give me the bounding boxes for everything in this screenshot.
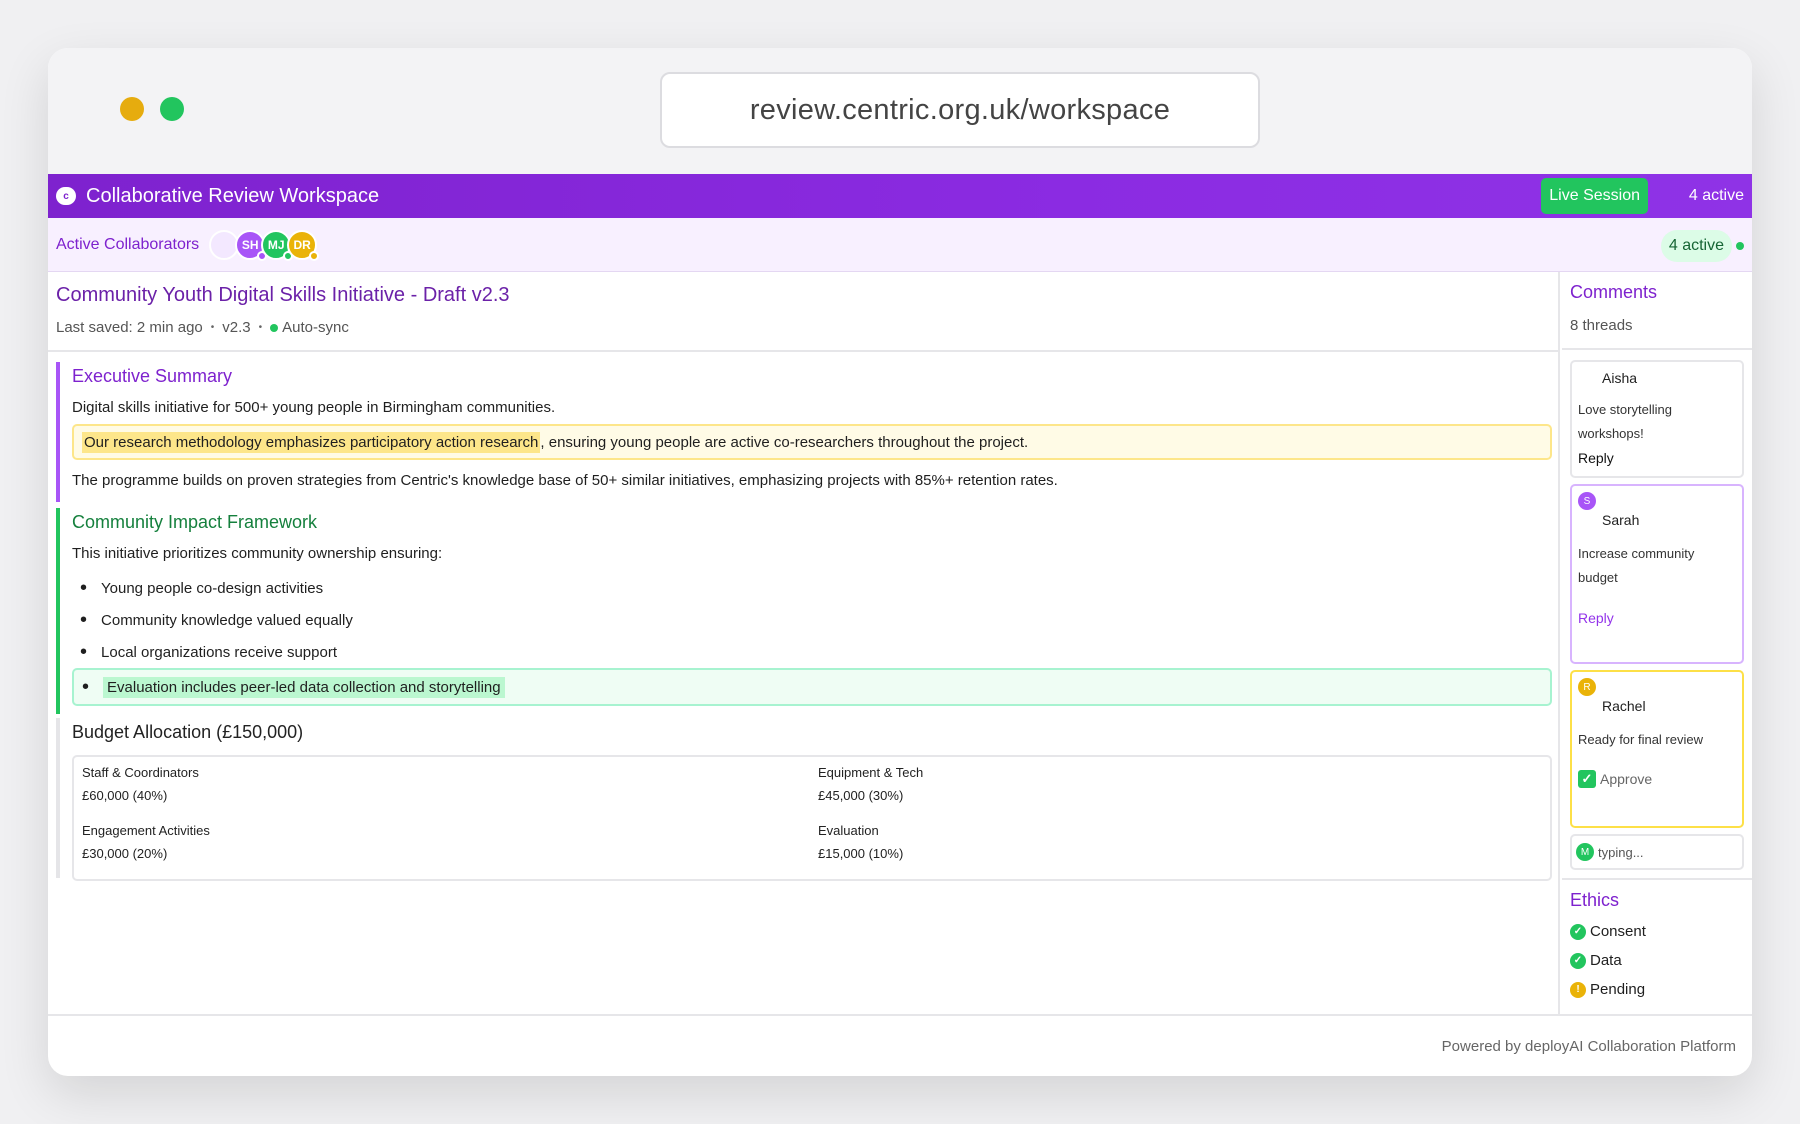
comment-author: Aisha: [1602, 370, 1638, 386]
reply-button[interactable]: Reply: [1578, 450, 1736, 466]
sync-status: Auto-sync: [282, 319, 349, 336]
budget-item: Evaluation £15,000 (10%): [818, 823, 1554, 881]
comment-card[interactable]: R Rachel Ready for final review ✓ Approv…: [1570, 670, 1744, 828]
browser-chrome: review.centric.org.uk/workspace: [48, 48, 1752, 174]
check-icon: ✓: [1570, 952, 1586, 969]
list-item: Local organizations receive support: [72, 636, 1552, 668]
active-status-pill: 4 active: [1660, 230, 1732, 262]
live-session-badge: Live Session: [1541, 178, 1648, 214]
list-item: Young people co-design activities: [72, 572, 1552, 604]
ethics-item[interactable]: ✓ Consent: [1570, 923, 1744, 940]
typing-indicator: M typing...: [1570, 834, 1744, 870]
list-item: Community knowledge valued equally: [72, 604, 1552, 636]
ethics-title: Ethics: [1570, 890, 1620, 910]
budget-label: Equipment & Tech: [818, 765, 924, 780]
document-header: Community Youth Digital Skills Initiativ…: [48, 272, 1558, 352]
section-heading: Community Impact Framework: [72, 512, 318, 532]
thread-count: 8 threads: [1570, 317, 1633, 334]
comment-author: Rachel: [1602, 698, 1646, 714]
budget-value: £60,000 (40%): [82, 788, 168, 803]
comment-text: Love storytelling workshops!: [1578, 402, 1672, 441]
reply-button[interactable]: Reply: [1578, 610, 1736, 626]
comments-sidebar: Comments 8 threads Aisha Love storytelli…: [1562, 272, 1752, 1014]
document-area: Community Youth Digital Skills Initiativ…: [48, 272, 1560, 1014]
app-header: c Collaborative Review Workspace Live Se…: [48, 174, 1752, 218]
collaborators-bar: Active Collaborators SH MJ DR 4 active: [48, 218, 1752, 272]
collaborators-label: Active Collaborators: [56, 235, 200, 253]
budget-section[interactable]: Budget Allocation (£150,000) Staff & Coo…: [56, 718, 1552, 881]
highlighted-text[interactable]: Evaluation includes peer-led data collec…: [103, 676, 505, 698]
highlighted-paragraph[interactable]: Our research methodology emphasizes part…: [72, 424, 1552, 460]
comments-title: Comments: [1570, 282, 1658, 302]
budget-label: Staff & Coordinators: [82, 765, 199, 780]
presence-dot: [309, 250, 320, 261]
comment-author: Sarah: [1602, 512, 1640, 528]
app-window: review.centric.org.uk/workspace c Collab…: [48, 48, 1752, 1076]
budget-value: £15,000 (10%): [818, 846, 904, 861]
approve-label: Approve: [1600, 771, 1653, 787]
budget-table: Staff & Coordinators £60,000 (40%) Equip…: [72, 755, 1552, 881]
sync-icon: [270, 323, 279, 332]
app-title: Collaborative Review Workspace: [86, 184, 380, 207]
avatar: M: [1576, 843, 1594, 861]
section-heading: Budget Allocation (£150,000): [72, 722, 304, 742]
separator: •: [258, 322, 263, 333]
check-icon: ✓: [1570, 923, 1586, 940]
version-label: v2.3: [222, 319, 251, 336]
paragraph-continuation: , ensuring young people are active co-re…: [540, 433, 1029, 451]
ethics-label: Pending: [1590, 981, 1646, 998]
minimize-button[interactable]: [120, 97, 144, 121]
comments-header: Comments 8 threads: [1562, 272, 1752, 350]
budget-item: Staff & Coordinators £60,000 (40%): [82, 765, 818, 823]
budget-item: Engagement Activities £30,000 (20%): [82, 823, 818, 881]
document-meta: Last saved: 2 min ago • v2.3 • Auto-sync: [56, 319, 1550, 336]
paragraph: The programme builds on proven strategie…: [72, 472, 1058, 489]
highlighted-list-item[interactable]: Evaluation includes peer-led data collec…: [72, 668, 1552, 706]
footer: Powered by deployAI Collaboration Platfo…: [48, 1014, 1752, 1076]
comment-text: Increase community budget: [1578, 546, 1695, 585]
check-icon: ✓: [1578, 770, 1596, 788]
separator: •: [210, 322, 215, 333]
budget-value: £45,000 (30%): [818, 788, 904, 803]
avatar: R: [1578, 678, 1596, 696]
document-title: Community Youth Digital Skills Initiativ…: [56, 284, 510, 306]
online-indicator-icon: [1736, 242, 1744, 250]
paragraph: Digital skills initiative for 500+ young…: [72, 399, 556, 416]
active-count: 4 active: [1688, 187, 1744, 204]
budget-item: Equipment & Tech £45,000 (30%): [818, 765, 1554, 823]
maximize-button[interactable]: [160, 97, 184, 121]
app-logo-icon: c: [56, 187, 76, 205]
approve-button[interactable]: ✓ Approve: [1578, 770, 1736, 788]
ethics-item[interactable]: ! Pending: [1570, 981, 1744, 998]
address-bar[interactable]: review.centric.org.uk/workspace: [660, 72, 1260, 148]
executive-summary-section[interactable]: Executive Summary Digital skills initiat…: [56, 362, 1552, 502]
ethics-label: Data: [1590, 952, 1622, 969]
highlighted-text[interactable]: Our research methodology emphasizes part…: [82, 431, 541, 453]
avatar: S: [1578, 492, 1596, 510]
budget-label: Engagement Activities: [82, 823, 210, 838]
budget-value: £30,000 (20%): [82, 846, 168, 861]
paragraph: This initiative prioritizes community ow…: [72, 545, 443, 562]
bullet-list: Young people co-design activities Commun…: [72, 572, 1552, 706]
ethics-panel: Ethics ✓ Consent ✓ Data ! Pending: [1562, 878, 1752, 1014]
ethics-item[interactable]: ✓ Data: [1570, 952, 1744, 969]
ethics-label: Consent: [1590, 923, 1646, 940]
last-saved: Last saved: 2 min ago: [56, 319, 203, 336]
section-heading: Executive Summary: [72, 366, 233, 386]
avatar-group: SH MJ DR: [209, 229, 320, 261]
comment-card[interactable]: S Sarah Increase community budget Reply: [1570, 484, 1744, 664]
alert-icon: !: [1570, 981, 1586, 998]
budget-label: Evaluation: [818, 823, 879, 838]
avatar[interactable]: DR: [287, 229, 320, 261]
comment-text: Ready for final review: [1578, 732, 1703, 747]
comment-card[interactable]: Aisha Love storytelling workshops! Reply: [1570, 360, 1744, 478]
impact-framework-section[interactable]: Community Impact Framework This initiati…: [56, 508, 1552, 714]
typing-text: typing...: [1598, 844, 1644, 860]
